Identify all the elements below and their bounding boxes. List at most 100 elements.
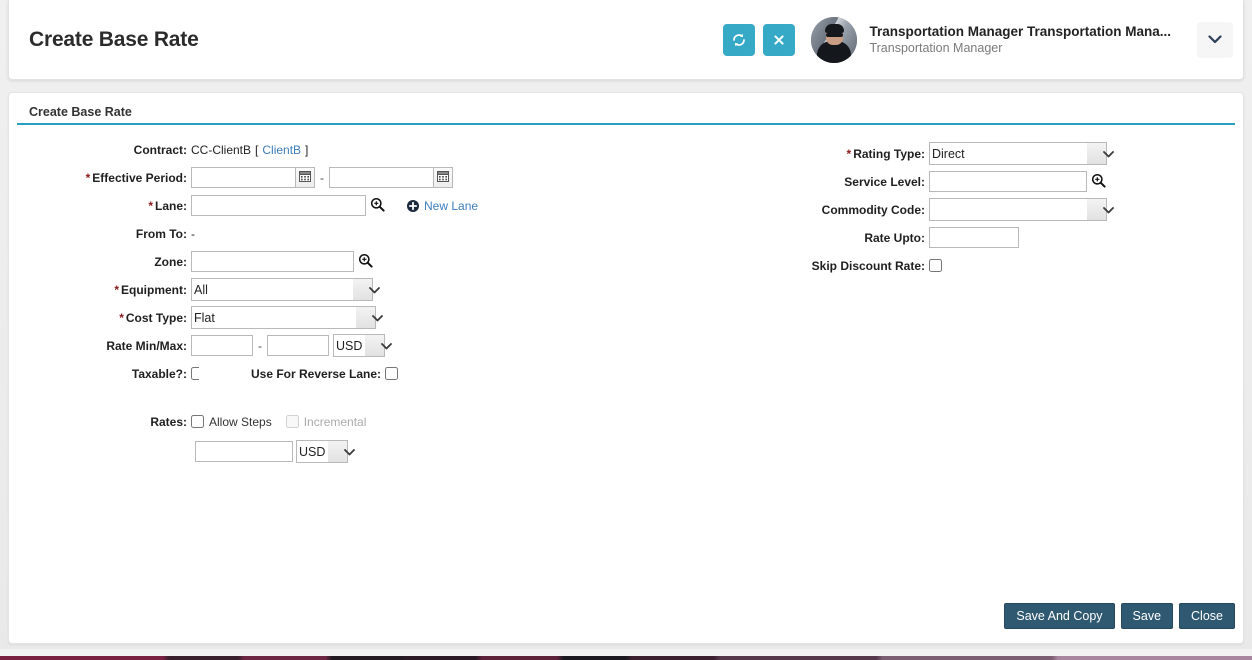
effective-period-to-input[interactable]: [329, 167, 434, 188]
commodity-code-select[interactable]: [929, 198, 1107, 221]
new-lane-button[interactable]: New Lane: [407, 199, 478, 213]
zone-search-button[interactable]: [358, 253, 373, 271]
rate-upto-label: Rate Upto:: [864, 230, 925, 245]
user-role: Transportation Manager: [869, 41, 1003, 55]
allow-steps-label: Allow Steps: [209, 414, 272, 429]
incremental-checkbox: [285, 415, 299, 428]
lane-input[interactable]: [191, 195, 366, 216]
top-header-bar: Create Base Rate Transportation Manager …: [8, 0, 1244, 80]
calendar-icon: [437, 170, 449, 185]
calendar-icon: [299, 170, 311, 185]
contract-label: Contract:: [133, 142, 187, 157]
reverse-lane-label: Use For Reverse Lane:: [251, 366, 382, 381]
panel-header: Create Base Rate: [17, 99, 1235, 125]
field-cost-type: * Cost Type: Flat: [9, 305, 569, 330]
rate-max-input[interactable]: [267, 335, 329, 356]
contract-client-link[interactable]: ClientB: [262, 143, 301, 157]
zone-label: Zone:: [154, 254, 187, 269]
required-marker: *: [846, 146, 852, 161]
user-info: Transportation Manager Transportation Ma…: [869, 24, 1171, 55]
contract-value: CC-ClientB: [191, 142, 252, 157]
effective-period-to-calendar-button[interactable]: [433, 167, 453, 188]
field-from-to: From To: -: [9, 221, 569, 246]
field-equipment: * Equipment: All: [9, 277, 569, 302]
field-rate-upto: Rate Upto:: [609, 225, 1169, 250]
required-marker: *: [114, 282, 119, 297]
form-column-left: Contract: CC-ClientB [ ClientB ] * Effect…: [9, 137, 569, 463]
plus-circle-icon: [407, 199, 419, 212]
card-footer: Save And Copy Save Close: [1004, 602, 1235, 629]
chevron-down-icon: [1208, 32, 1222, 47]
skip-discount-rate-checkbox[interactable]: [929, 259, 942, 272]
page-title: Create Base Rate: [29, 27, 199, 51]
field-taxable-and-reverse-lane: Taxable?: Use For Reverse Lane:: [9, 361, 569, 386]
rate-min-max-label: Rate Min/Max:: [106, 338, 187, 353]
rate-currency-select[interactable]: USD: [333, 334, 385, 357]
taxable-label: Taxable?:: [131, 366, 187, 381]
cost-type-label: * Cost Type:: [119, 310, 187, 325]
magnifier-icon: [370, 197, 385, 215]
rate-upto-input[interactable]: [929, 227, 1019, 248]
field-lane: * Lane: New Lane: [9, 193, 569, 218]
rate-min-max-separator: -: [258, 338, 262, 353]
form-column-right: * Rating Type: Direct Service Level: Com…: [609, 141, 1169, 281]
required-marker: *: [148, 198, 153, 213]
bottom-taskbar: [0, 649, 1252, 660]
equipment-select[interactable]: All: [191, 278, 373, 301]
effective-period-from-calendar-button[interactable]: [295, 167, 315, 188]
rates-amount-input[interactable]: [195, 441, 293, 462]
user-menu-button[interactable]: [1197, 21, 1233, 58]
service-level-label: Service Level:: [844, 174, 925, 189]
rating-type-label: * Rating Type:: [846, 146, 925, 161]
magnifier-icon: [1091, 173, 1106, 191]
required-marker: *: [85, 170, 91, 185]
cost-type-select[interactable]: Flat: [191, 306, 376, 329]
rates-label: Rates:: [150, 414, 187, 429]
magnifier-icon: [358, 253, 373, 271]
close-button[interactable]: Close: [1179, 602, 1235, 629]
save-and-copy-button[interactable]: Save And Copy: [1004, 602, 1115, 629]
field-skip-discount-rate: Skip Discount Rate:: [609, 253, 1169, 278]
close-icon: [772, 33, 786, 47]
save-button[interactable]: Save: [1120, 602, 1174, 629]
close-window-button[interactable]: [763, 23, 796, 56]
refresh-button[interactable]: [723, 23, 756, 56]
field-commodity-code: Commodity Code:: [609, 197, 1169, 222]
rate-min-input[interactable]: [191, 335, 253, 356]
field-rate-min-max: Rate Min/Max: - USD: [9, 333, 569, 358]
user-name: Transportation Manager Transportation Ma…: [869, 24, 1171, 39]
taxable-checkbox[interactable]: [191, 367, 199, 380]
required-marker: *: [119, 310, 124, 325]
field-zone: Zone:: [9, 249, 569, 274]
main-card: Create Base Rate Contract: CC-ClientB [ …: [8, 92, 1244, 644]
taskbar-strip: [0, 656, 1252, 660]
zone-input[interactable]: [191, 251, 354, 272]
field-effective-period: * Effective Period: -: [9, 165, 569, 190]
field-contract: Contract: CC-ClientB [ ClientB ]: [9, 137, 569, 162]
lane-search-button[interactable]: [370, 197, 385, 215]
reverse-lane-checkbox[interactable]: [385, 367, 399, 380]
skip-discount-rate-label: Skip Discount Rate:: [811, 258, 925, 273]
lane-label: * Lane:: [148, 198, 187, 213]
rates-amount-row: USD: [195, 440, 569, 463]
header-right-group: Transportation Manager Transportation Ma…: [723, 0, 1243, 79]
refresh-icon: [731, 32, 747, 48]
effective-period-separator: -: [320, 170, 324, 185]
form-area: Contract: CC-ClientB [ ClientB ] * Effect…: [9, 125, 1243, 585]
service-level-search-button[interactable]: [1091, 173, 1106, 191]
effective-period-label: * Effective Period:: [85, 170, 187, 185]
effective-period-from-input[interactable]: [191, 167, 296, 188]
incremental-label: Incremental: [303, 414, 367, 429]
from-to-label: From To:: [135, 226, 187, 241]
app-page: Create Base Rate Transportation Manager …: [0, 0, 1252, 660]
service-level-input[interactable]: [929, 171, 1087, 192]
taxable-checkbox-clip: [191, 367, 199, 380]
rates-currency-select[interactable]: USD: [296, 440, 348, 463]
from-to-value: -: [191, 226, 195, 241]
contract-bracket-close: ]: [305, 142, 309, 157]
commodity-code-label: Commodity Code:: [821, 202, 925, 217]
rating-type-select[interactable]: Direct: [929, 142, 1107, 165]
avatar: [811, 16, 858, 63]
allow-steps-checkbox[interactable]: [191, 415, 204, 428]
new-lane-link[interactable]: New Lane: [424, 199, 478, 213]
